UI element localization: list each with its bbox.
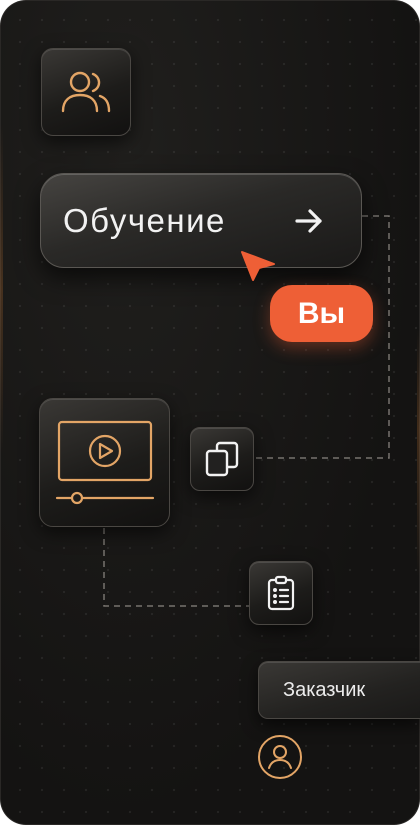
customer-tag-label: Заказчик (283, 678, 366, 701)
learning-button[interactable]: Обучение (40, 173, 362, 268)
users-tile[interactable] (41, 48, 131, 136)
video-player-icon (55, 420, 154, 504)
users-icon (61, 71, 111, 113)
clipboard-tile[interactable] (249, 561, 313, 625)
clipboard-list-icon (267, 575, 295, 611)
app-screen: Обучение Вы Заказчик (0, 0, 420, 825)
edge-glow-left (0, 0, 3, 825)
learning-button-label: Обучение (63, 201, 226, 239)
arrow-right-icon (295, 209, 322, 233)
you-badge-label: Вы (297, 296, 346, 330)
copy-tile[interactable] (190, 427, 254, 491)
video-tile[interactable] (39, 398, 170, 527)
user-avatar-icon[interactable] (257, 734, 303, 780)
cursor-pointer-icon (241, 251, 275, 281)
copy-documents-icon (205, 441, 239, 477)
customer-tag: Заказчик (258, 661, 420, 719)
you-badge: Вы (270, 285, 373, 342)
